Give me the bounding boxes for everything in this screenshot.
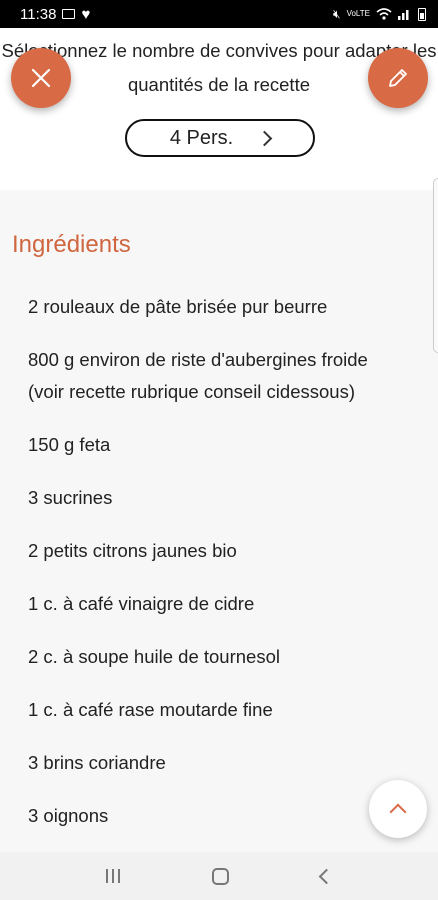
ingredient-item: 3 brins coriandre xyxy=(28,751,166,773)
edit-button[interactable] xyxy=(368,48,428,108)
close-icon xyxy=(31,68,51,88)
status-time: 11:38 xyxy=(20,5,57,23)
servings-value: 4 Pers. xyxy=(169,126,234,149)
recent-apps-icon[interactable] xyxy=(106,869,120,883)
ingredient-item: 1 c. à café rase moutarde fine xyxy=(28,698,273,720)
wifi-icon xyxy=(376,8,392,20)
signal-icon xyxy=(398,10,409,20)
servings-panel: Sélectionnez le nombre de convives pour … xyxy=(0,28,438,190)
status-left: 11:38 ♥ xyxy=(20,6,90,23)
ingredient-item: 150 g feta xyxy=(28,433,111,455)
close-button[interactable] xyxy=(11,48,71,108)
chevron-up-icon xyxy=(389,803,407,821)
status-bar: 11:38 ♥ 🔇︎ VoLTE xyxy=(0,0,438,28)
scroll-top-button[interactable] xyxy=(369,780,427,838)
ingredient-item: 2 c. à soupe huile de tournesol xyxy=(28,645,280,667)
back-icon[interactable] xyxy=(318,868,335,884)
pencil-icon xyxy=(389,69,407,87)
ingredient-item: 2 petits citrons jaunes bio xyxy=(28,539,237,561)
ingredients-list: 2 rouleaux de pâte brisée pur beurre 800… xyxy=(28,291,408,853)
ingredients-title: Ingrédients xyxy=(12,231,131,258)
side-panel-handle[interactable] xyxy=(433,178,438,353)
home-icon[interactable] xyxy=(212,867,229,885)
ingredient-item: 800 g environ de riste d'aubergines froi… xyxy=(28,349,368,402)
system-nav-bar xyxy=(0,852,438,900)
status-right: 🔇︎ VoLTE xyxy=(333,7,426,22)
ingredient-item: 2 rouleaux de pâte brisée pur beurre xyxy=(28,296,328,317)
ingredient-item: 3 oignons xyxy=(28,804,109,826)
mute-icon: 🔇︎ xyxy=(333,6,341,21)
volte-icon: VoLTE xyxy=(346,9,370,18)
servings-selector[interactable]: 4 Pers. xyxy=(125,119,315,157)
image-icon xyxy=(62,9,76,19)
chevron-right-icon xyxy=(256,130,273,147)
ingredient-item: 1 c. à café vinaigre de cidre xyxy=(28,592,255,614)
ingredient-item: 3 sucrines xyxy=(28,486,113,508)
heart-icon: ♥ xyxy=(81,5,91,23)
battery-icon xyxy=(418,7,426,21)
